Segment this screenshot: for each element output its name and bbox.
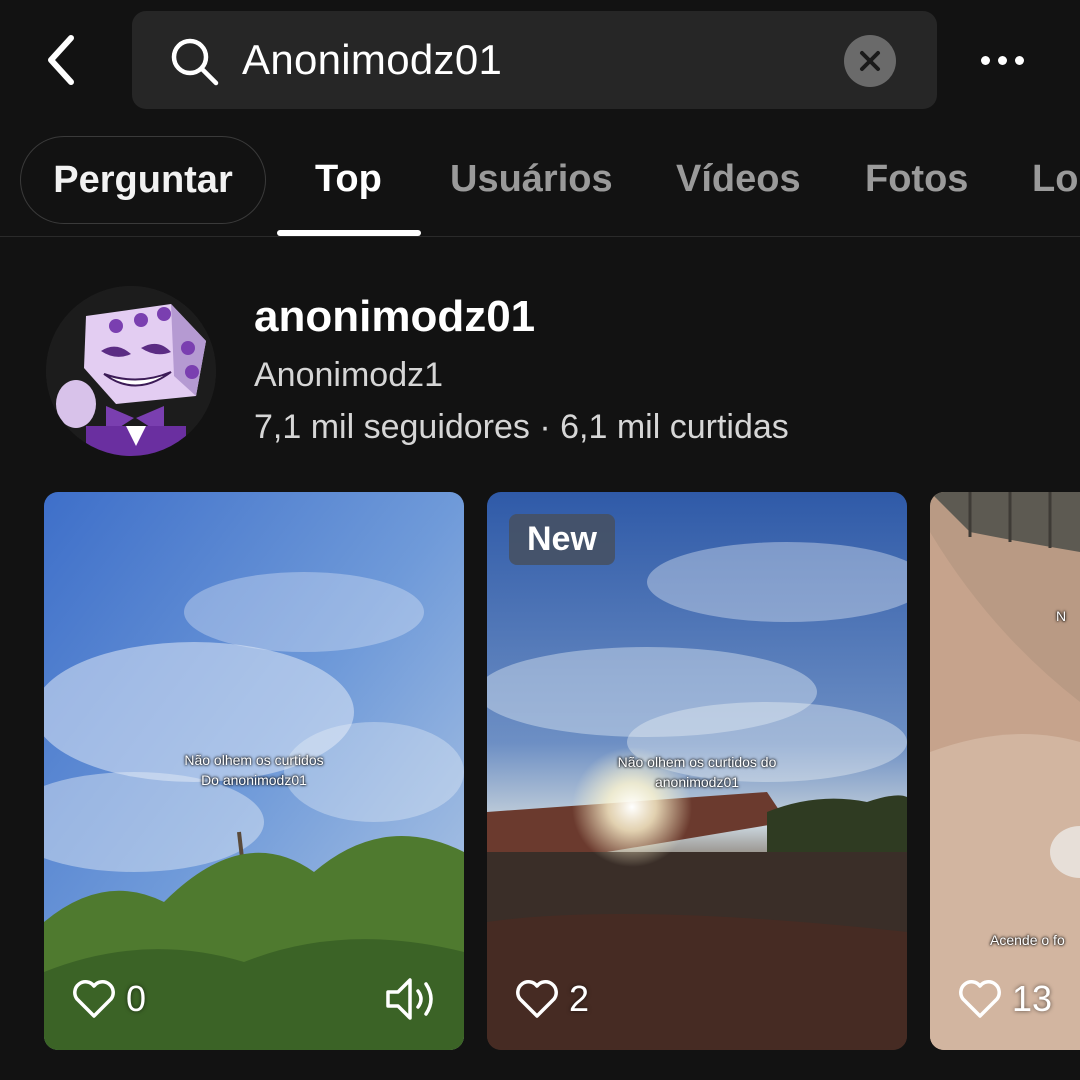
- like-count-value: 0: [126, 978, 147, 1019]
- new-badge: New: [509, 514, 615, 565]
- like-count-value: 2: [569, 978, 590, 1019]
- profile-nickname: Anonimodz1: [254, 356, 444, 394]
- tab-photos[interactable]: Fotos: [865, 158, 968, 201]
- more-horizontal-icon: [980, 55, 990, 65]
- video-caption-line2: anonimodz01: [654, 774, 740, 790]
- search-tabs: Perguntar Top Usuários Vídeos Fotos Lo: [0, 134, 1080, 237]
- video-caption-line1: N: [1056, 608, 1067, 624]
- like-count-value: 13: [1012, 978, 1053, 1019]
- video-caption-line1: Não olhem os curtidos: [184, 752, 324, 768]
- search-bar[interactable]: Anonimodz01: [132, 11, 937, 109]
- search-icon: [171, 38, 219, 86]
- video-thumbnail: [930, 492, 1080, 1050]
- tab-ask[interactable]: Perguntar: [20, 136, 266, 224]
- heart-icon: [516, 980, 558, 1018]
- tab-videos[interactable]: Vídeos: [676, 158, 801, 201]
- like-count: 2: [515, 978, 589, 1020]
- tab-users[interactable]: Usuários: [450, 158, 613, 201]
- tab-live[interactable]: Lo: [1032, 158, 1078, 201]
- clear-search-button[interactable]: [844, 35, 896, 87]
- chevron-left-icon: [48, 35, 74, 85]
- more-options-button[interactable]: [972, 40, 1032, 80]
- speaker-icon[interactable]: [384, 974, 440, 1024]
- video-caption-line2: Do anonimodz01: [201, 772, 307, 788]
- close-icon: [860, 51, 880, 71]
- video-card[interactable]: N Acende o fo 13: [930, 492, 1080, 1050]
- heart-icon: [73, 980, 115, 1018]
- active-tab-indicator: [277, 230, 421, 236]
- search-input[interactable]: Anonimodz01: [242, 35, 502, 85]
- like-count: 13: [958, 978, 1052, 1020]
- video-caption-line1: Não olhem os curtidos do: [617, 754, 777, 770]
- profile-username[interactable]: anonimodz01: [254, 292, 535, 342]
- video-card[interactable]: New Não olhem os curtidos do anonimodz01…: [487, 492, 907, 1050]
- avatar[interactable]: [46, 286, 216, 456]
- video-caption-line2: Acende o fo: [990, 932, 1065, 948]
- video-card[interactable]: Não olhem os curtidos Do anonimodz01 0: [44, 492, 464, 1050]
- back-button[interactable]: [36, 30, 86, 90]
- like-count: 0: [72, 978, 146, 1020]
- heart-icon: [959, 980, 1001, 1018]
- tab-top[interactable]: Top: [315, 158, 382, 201]
- profile-stats: 7,1 mil seguidores · 6,1 mil curtidas: [254, 408, 789, 446]
